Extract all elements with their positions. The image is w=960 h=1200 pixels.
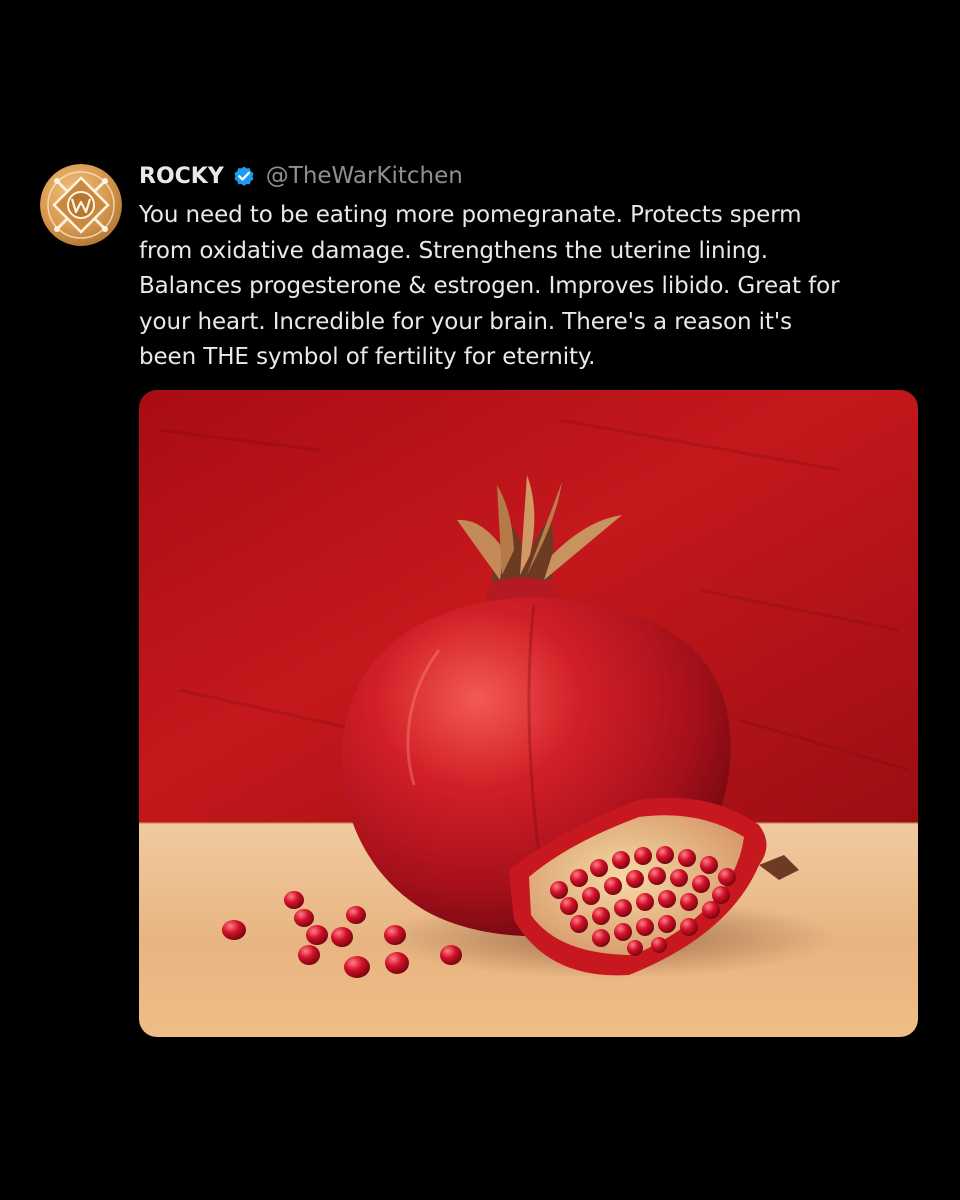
tweet-content: ROCKY @TheWarKitchen You need to be eati…	[139, 160, 919, 376]
author-handle[interactable]: @TheWarKitchen	[266, 163, 463, 189]
tweet-text-line: from oxidative damage. Strengthens the u…	[139, 237, 768, 264]
war-kitchen-logo-icon	[40, 164, 122, 246]
tweet-text-line: Balances progesterone & estrogen. Improv…	[139, 273, 840, 299]
verified-badge-icon	[232, 164, 256, 188]
tweet-header: ROCKY @TheWarKitchen	[139, 160, 919, 192]
tweet-text-line: your heart. Incredible for your brain. T…	[139, 308, 792, 335]
tweet-media-image[interactable]	[139, 390, 918, 1037]
avatar[interactable]	[40, 164, 122, 246]
author-display-name[interactable]: ROCKY	[139, 164, 224, 189]
pomegranate-painting-icon	[139, 390, 918, 1037]
tweet-text-line: You need to be eating more pomegranate. …	[139, 202, 802, 228]
tweet-text-line: been THE symbol of fertility for eternit…	[139, 344, 596, 370]
tweet-text: You need to be eating more pomegranate. …	[139, 198, 919, 376]
